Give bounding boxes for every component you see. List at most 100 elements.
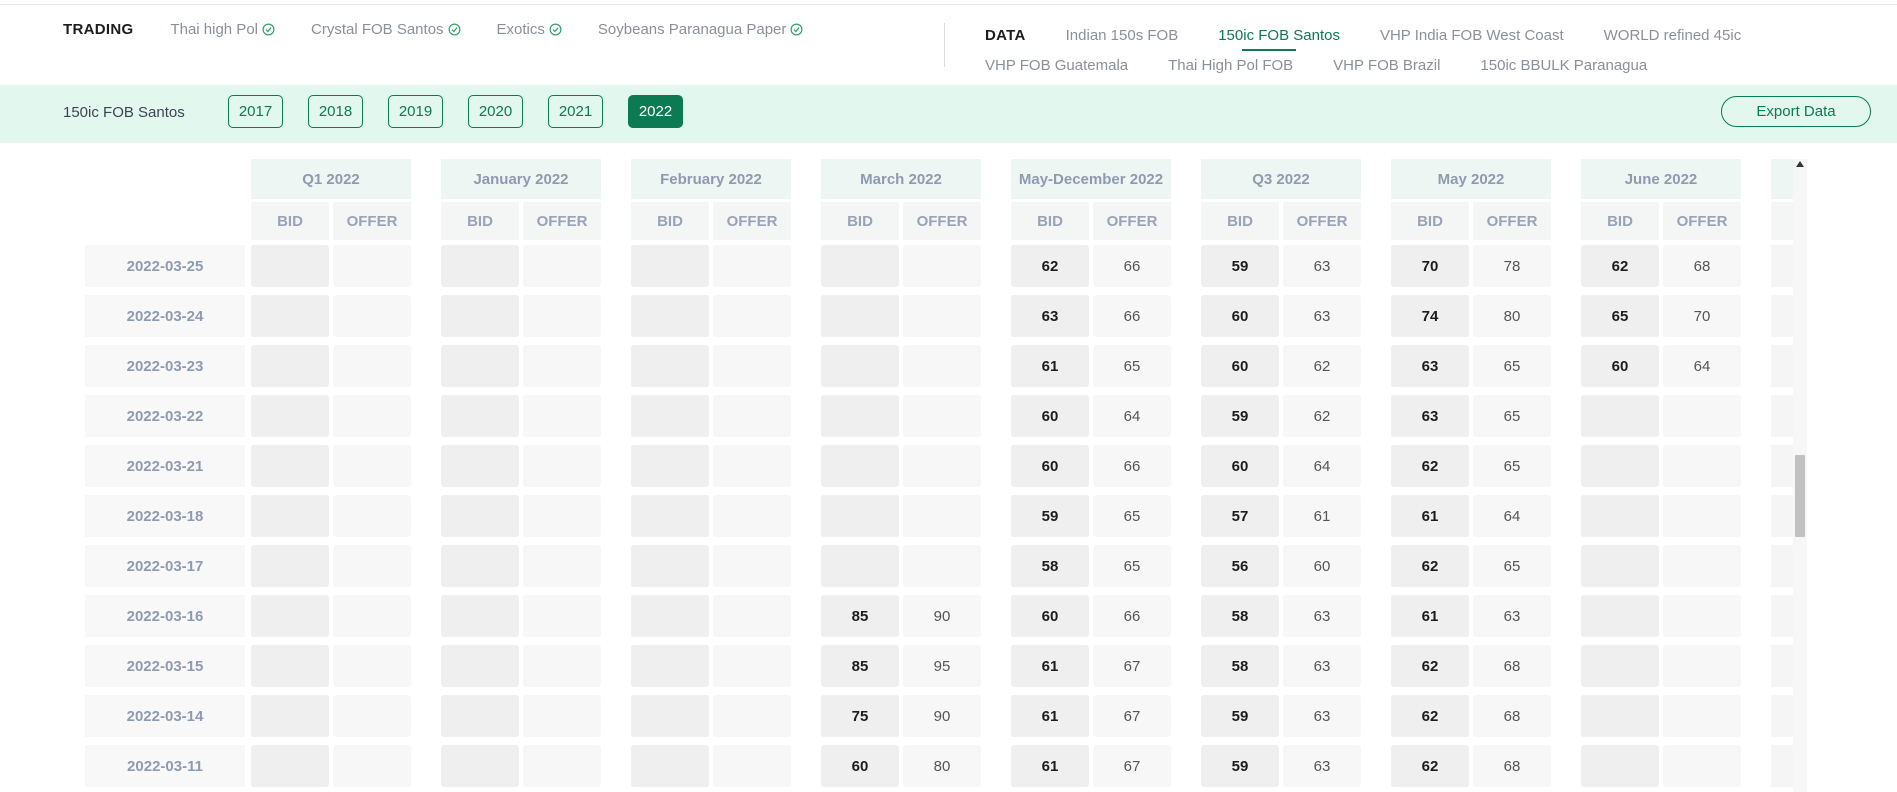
month-column: March 2022 BID OFFER 85 90 85 95 75 90 60 80: [821, 159, 981, 792]
data-link-thai-high-pol-fob[interactable]: Thai High Pol FOB: [1168, 57, 1293, 74]
price-table: 2022-03-25 2022-03-24 2022-03-23 2022-03-22…: [0, 143, 1897, 792]
bid-cell: [631, 495, 709, 537]
table-row: [441, 245, 601, 287]
year-button-2020[interactable]: 2020: [468, 95, 523, 128]
sub-header: BID OFFER: [1581, 202, 1741, 240]
date-cell: 2022-03-25: [85, 245, 245, 287]
table-row: [1581, 695, 1741, 737]
year-button-2018[interactable]: 2018: [308, 95, 363, 128]
year-button-2022[interactable]: 2022: [628, 95, 683, 128]
trading-link-soybeans-paranagua-paper[interactable]: Soybeans Paranagua Paper: [598, 21, 803, 38]
scrollbar-thumb[interactable]: [1795, 455, 1805, 537]
offer-cell: 90: [903, 695, 981, 737]
offer-cell: 63: [1283, 295, 1361, 337]
date-cell: 2022-03-18: [85, 495, 245, 537]
offer-header: OFFER: [713, 202, 791, 240]
offer-cell: [713, 745, 791, 787]
offer-cell: 70: [1663, 295, 1741, 337]
bid-cell: 58: [1011, 545, 1089, 587]
bid-cell: 62: [1581, 245, 1659, 287]
check-circle-icon: [790, 23, 803, 36]
offer-cell: [903, 245, 981, 287]
bid-cell: [631, 645, 709, 687]
offer-cell: 68: [1473, 645, 1551, 687]
bid-cell: 56: [1201, 545, 1279, 587]
bid-cell: [1581, 395, 1659, 437]
column-cells: [251, 245, 411, 787]
year-button-2017[interactable]: 2017: [228, 95, 283, 128]
table-row: 60 80: [821, 745, 981, 787]
month-column: Q3 2022 BID OFFER 59 63 60 63 60 62 59 62 60 64 57 61 5…: [1201, 159, 1361, 792]
data-link-150ic-bbulk-paranagua[interactable]: 150ic BBULK Paranagua: [1480, 57, 1647, 74]
table-row: [251, 345, 411, 387]
bid-cell: 62: [1391, 745, 1469, 787]
month-column: May-December 2022 BID OFFER 62 66 63 66 61 65 60 6…: [1011, 159, 1171, 792]
table-row: 61 67: [1011, 745, 1171, 787]
offer-cell: 66: [1093, 245, 1171, 287]
table-row: [631, 395, 791, 437]
partial-cell: [1771, 245, 1793, 287]
offer-cell: [713, 595, 791, 637]
trading-link-crystal-fob-santos[interactable]: Crystal FOB Santos: [311, 21, 461, 38]
table-row: [631, 445, 791, 487]
offer-cell: [523, 295, 601, 337]
column-cells: 85 90 85 95 75 90 60 80: [821, 245, 981, 787]
offer-cell: 64: [1473, 495, 1551, 537]
bid-cell: 57: [1201, 495, 1279, 537]
year-button-2021[interactable]: 2021: [548, 95, 603, 128]
offer-cell: [1663, 395, 1741, 437]
offer-cell: 63: [1283, 695, 1361, 737]
column-cells: [441, 245, 601, 787]
offer-cell: [713, 645, 791, 687]
trading-link-thai-high-pol[interactable]: Thai high Pol: [170, 21, 275, 38]
sub-header: BID OFFER: [821, 202, 981, 240]
vertical-scrollbar[interactable]: [1793, 159, 1807, 792]
bid-cell: [441, 345, 519, 387]
offer-cell: [713, 695, 791, 737]
offer-header: OFFER: [1093, 202, 1171, 240]
data-link-vhp-fob-brazil[interactable]: VHP FOB Brazil: [1333, 57, 1440, 74]
bid-cell: 60: [1581, 345, 1659, 387]
bid-cell: 60: [1011, 445, 1089, 487]
date-cell: 2022-03-15: [85, 645, 245, 687]
table-row: 57 61: [1201, 495, 1361, 537]
table-row: [251, 545, 411, 587]
table-row: 59 63: [1201, 245, 1361, 287]
partial-cell: [1771, 345, 1793, 387]
table-row: 61 64: [1391, 495, 1551, 537]
data-link-vhp-india-fob-west-coast[interactable]: VHP India FOB West Coast: [1380, 27, 1564, 44]
bid-header: BID: [821, 202, 899, 240]
data-link-150ic-fob-santos[interactable]: 150ic FOB Santos: [1218, 27, 1340, 51]
export-data-button[interactable]: Export Data: [1721, 96, 1871, 127]
table-row: [631, 345, 791, 387]
data-link-indian-150s-fob[interactable]: Indian 150s FOB: [1066, 27, 1179, 44]
table-row: 75 90: [821, 695, 981, 737]
table-row: 60 64: [1581, 345, 1741, 387]
bid-cell: [1581, 695, 1659, 737]
bid-cell: [1581, 445, 1659, 487]
trading-link-exotics[interactable]: Exotics: [497, 21, 562, 38]
table-row: [821, 545, 981, 587]
bid-cell: [441, 695, 519, 737]
offer-cell: [523, 445, 601, 487]
year-button-2019[interactable]: 2019: [388, 95, 443, 128]
table-row: [631, 595, 791, 637]
offer-cell: 80: [1473, 295, 1551, 337]
bid-cell: [821, 345, 899, 387]
bid-cell: 60: [1201, 345, 1279, 387]
table-row: [631, 745, 791, 787]
table-row: [631, 295, 791, 337]
partial-cells: [1771, 245, 1793, 787]
year-buttons: 2017 2018 2019 2020 2021 2022: [228, 95, 708, 128]
date-cell: 2022-03-14: [85, 695, 245, 737]
bid-cell: [631, 545, 709, 587]
partial-cell: [1771, 295, 1793, 337]
partial-cell: [1771, 395, 1793, 437]
data-link-vhp-fob-guatemala[interactable]: VHP FOB Guatemala: [985, 57, 1128, 74]
scroll-up-arrow-icon[interactable]: [1796, 161, 1804, 167]
table-row: 61 67: [1011, 645, 1171, 687]
date-cell: 2022-03-24: [85, 295, 245, 337]
data-nav: DATA Indian 150s FOB 150ic FOB Santos VH…: [985, 21, 1865, 79]
offer-cell: 68: [1473, 745, 1551, 787]
data-link-world-refined-45ic[interactable]: WORLD refined 45ic: [1604, 27, 1742, 44]
